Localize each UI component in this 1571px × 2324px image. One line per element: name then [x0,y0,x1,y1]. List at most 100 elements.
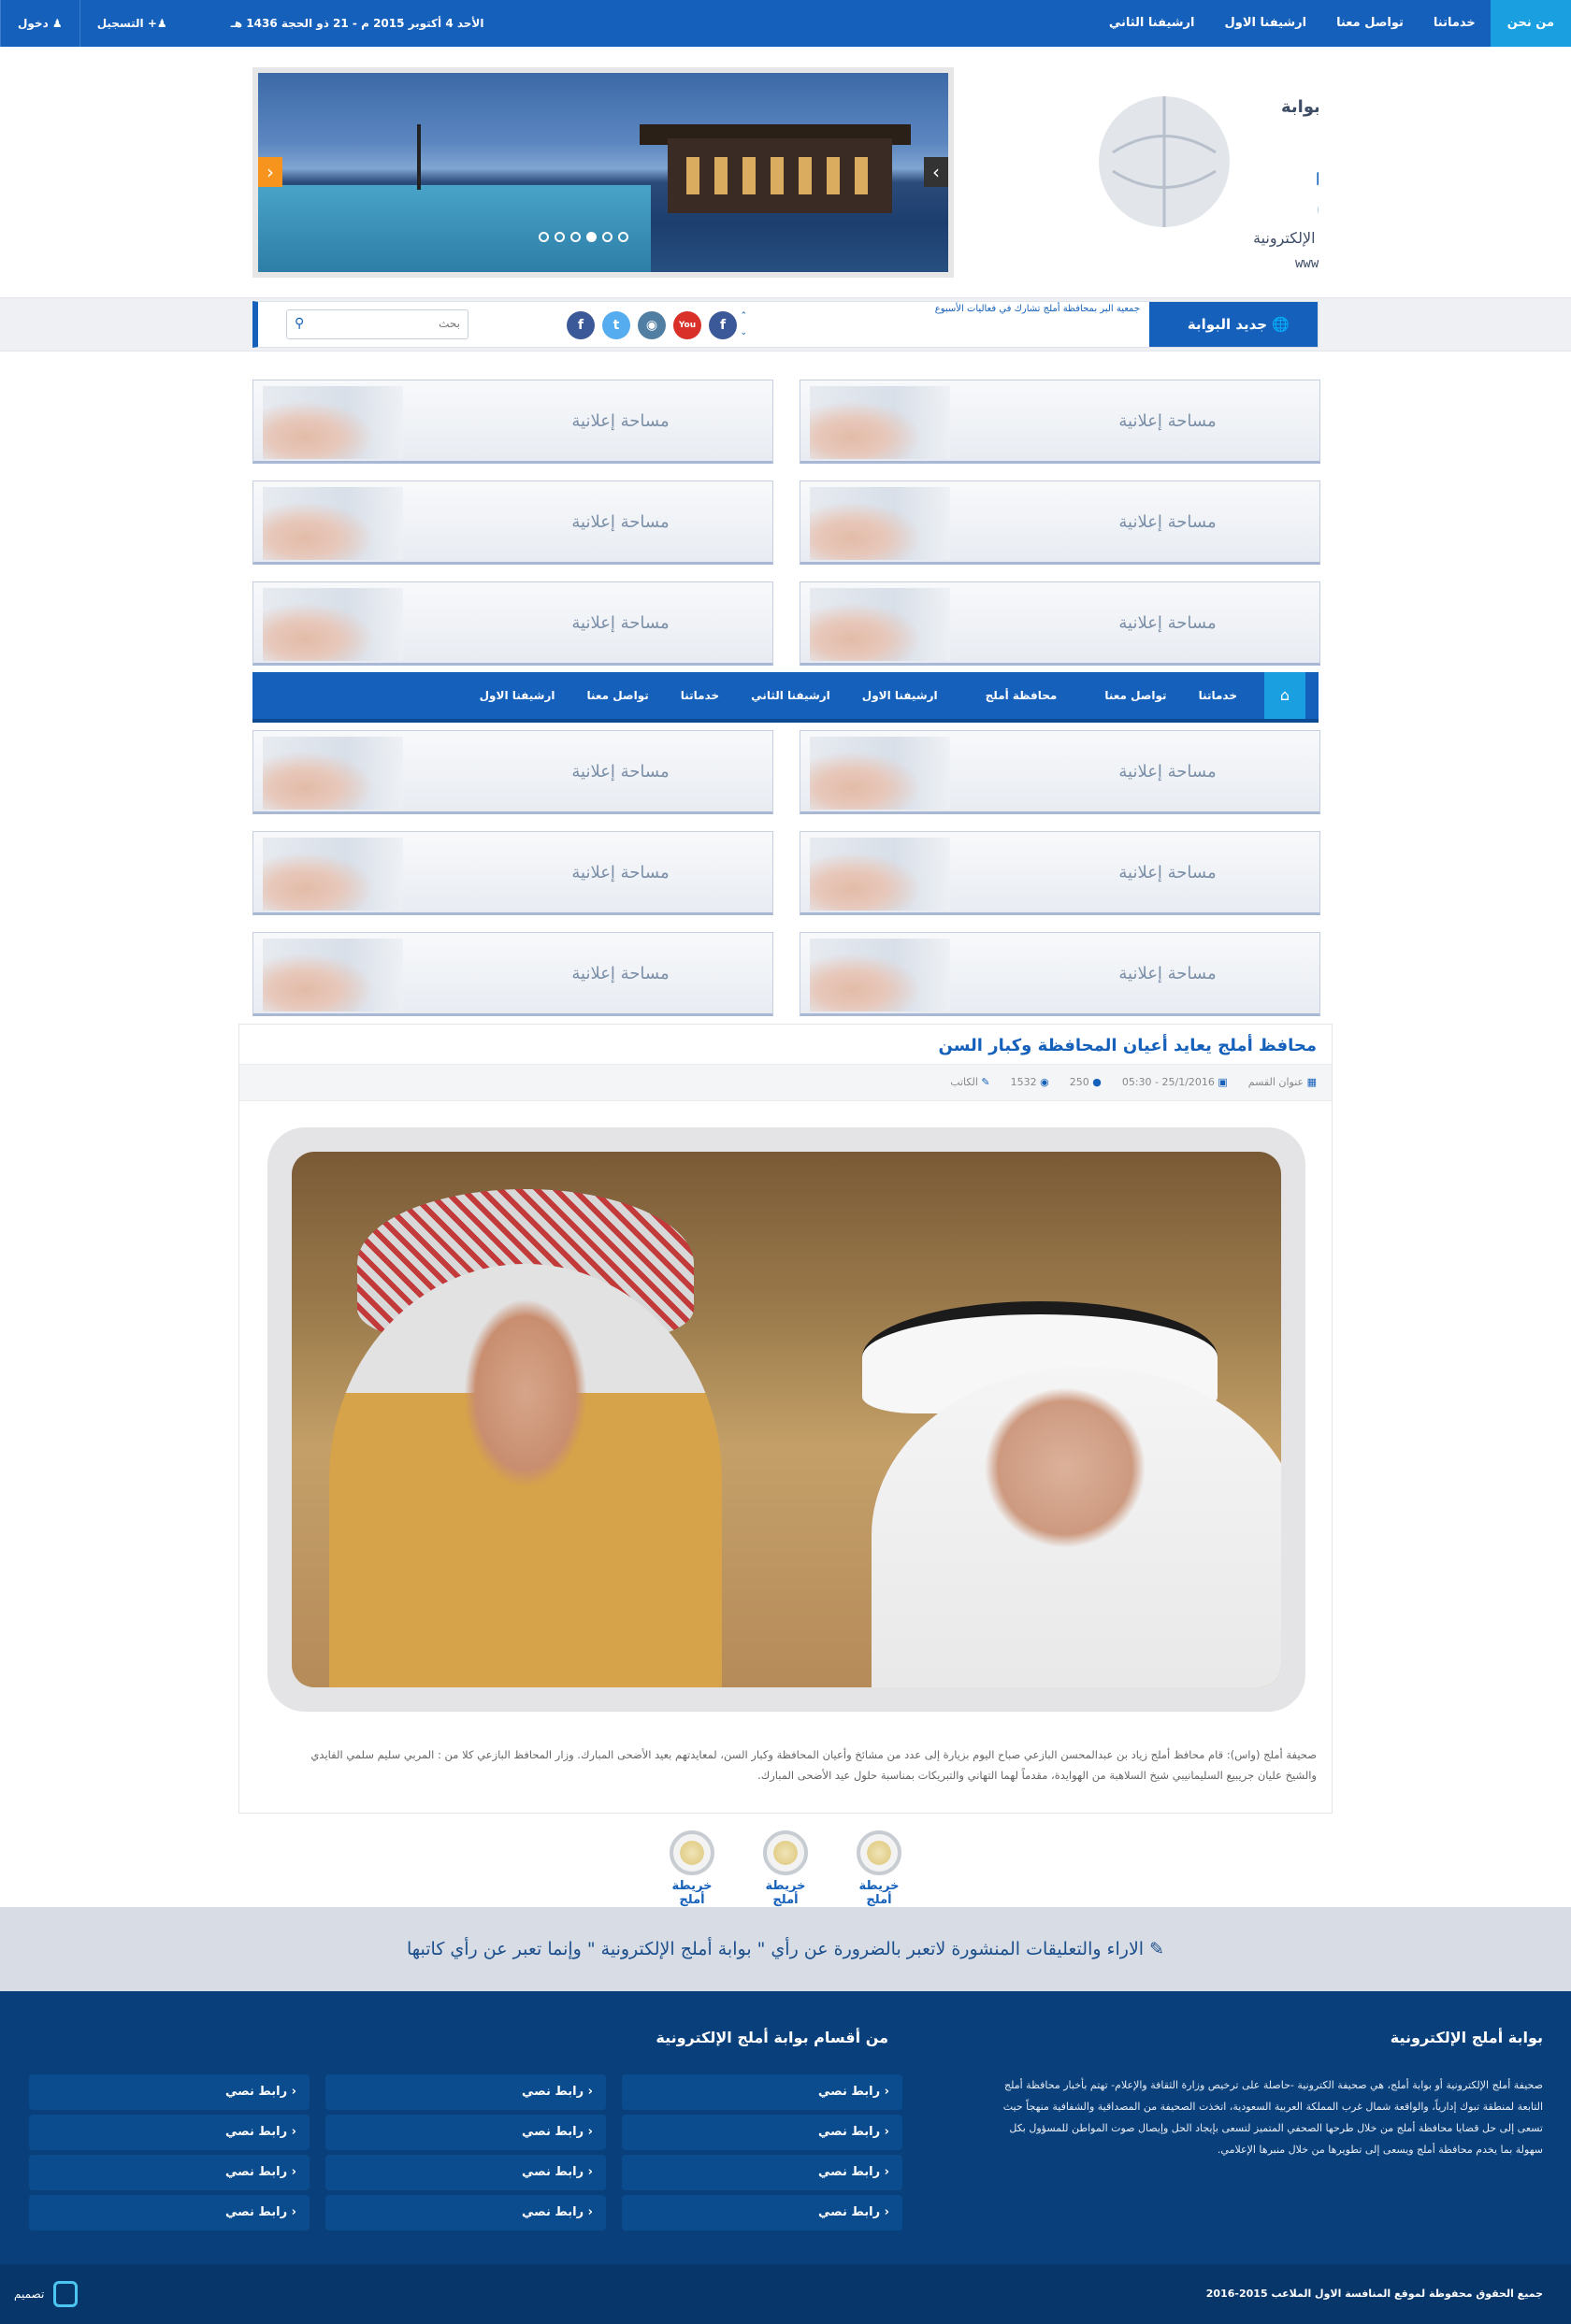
article-author[interactable]: ✎ الكاتب [950,1065,989,1100]
article-body: صحيفة أملج (واس): قام محافظ أملج زياد بن… [310,1748,1317,1782]
article-comments[interactable]: ● 250 [1070,1065,1102,1100]
footer-link[interactable]: ‹ رابط نصي [29,2155,310,2190]
register-link[interactable]: ♟+ التسجيل [79,0,184,47]
map-link[interactable]: خريطة أملج [846,1830,912,1907]
nav-services-2[interactable]: خدماتنا [665,672,735,719]
disclaimer-banner: ✎ الاراء والتعليقات المنشورة لاتعبر بالض… [0,1907,1571,1991]
footer-link-label: رابط نصي [521,2125,584,2139]
slider-next-button[interactable]: › [924,157,948,187]
footer-link-label: رابط نصي [817,2165,881,2179]
footer-about-text: صحيفة أملج الإلكترونية أو بوابة أملج، هي… [1002,2079,1543,2156]
footer-link[interactable]: ‹ رابط نصي [622,2115,902,2150]
top-user-links: ♟ دخول ♟+ التسجيل الأحد 4 أكتوبر 2015 م … [0,0,500,47]
ad-space[interactable]: مساحة إعلانية [800,481,1320,565]
top-navbar: من نحن خدماتنا تواصل معنا ارشيفنا الاول … [0,0,1571,47]
add-user-icon: ♟+ [143,17,167,30]
chevron-left-icon: ‹ [287,2205,296,2219]
footer-link[interactable]: ‹ رابط نصي [29,2195,310,2231]
map-link[interactable]: خريطة أملج [753,1830,818,1907]
user-icon: ♟ [48,17,63,30]
main-navbar: ⌂ خدماتنا تواصل معنا محافظة أملج ⌄ ارشيف… [252,672,1319,749]
ad-space[interactable]: مساحة إعلانية [800,831,1320,915]
top-nav-archive-1[interactable]: ارشيفنا الاول [1210,0,1322,47]
footer-link[interactable]: ‹ رابط نصي [29,2074,310,2110]
footer-link-label: رابط نصي [521,2085,584,2099]
nav-archive-2[interactable]: ارشيفنا الثاني [735,672,846,719]
top-nav-archive-2[interactable]: ارشيفنا الثاني [1094,0,1210,47]
chevron-left-icon: ‹ [287,2125,296,2139]
facebook-icon[interactable]: f [709,311,737,339]
pencil-icon: ✎ [977,1076,990,1088]
comment-icon: ● [1088,1076,1102,1088]
top-nav-contact[interactable]: تواصل معنا [1321,0,1419,47]
slider-dot[interactable] [618,232,628,242]
article-section[interactable]: ▦ عنوان القسم [1248,1065,1317,1100]
search-icon[interactable]: ⚲ [295,316,304,331]
chevron-up-icon[interactable]: ⌃ [736,308,747,324]
ad-space[interactable]: مساحة إعلانية [252,730,773,814]
nav-contact-2[interactable]: تواصل معنا [571,672,665,719]
ad-label: مساحة إعلانية [1118,762,1217,782]
ad-space[interactable]: مساحة إعلانية [800,932,1320,1016]
map-link[interactable]: خريطة أملج [659,1830,725,1907]
instagram-icon[interactable]: ◉ [638,311,666,339]
youtube-icon[interactable]: You [673,311,701,339]
ad-label: مساحة إعلانية [1118,863,1217,882]
nav-services[interactable]: خدماتنا [1183,672,1253,719]
footer-link[interactable]: ‹ رابط نصي [622,2155,902,2190]
ad-space[interactable]: مساحة إعلانية [800,581,1320,666]
news-ticker[interactable]: جمعية البر بمحافظة أملج تشارك في فعاليات… [757,304,1140,314]
footer: بوابة أملج الإلكترونية صحيفة أملج الإلكت… [0,1991,1571,2264]
ad-space[interactable]: مساحة إعلانية [252,380,773,464]
twitter-icon[interactable]: t [602,311,630,339]
map-label: خريطة أملج [671,1879,713,1907]
ad-space[interactable]: مساحة إعلانية [252,481,773,565]
footer-link[interactable]: ‹ رابط نصي [622,2195,902,2231]
footer-link[interactable]: ‹ رابط نصي [29,2115,310,2150]
footer-link[interactable]: ‹ رابط نصي [622,2074,902,2110]
ad-space[interactable]: مساحة إعلانية [252,932,773,1016]
footer-link[interactable]: ‹ رابط نصي [325,2115,606,2150]
nav-contact[interactable]: تواصل معنا [1088,672,1182,719]
site-logo[interactable]: بوابة أملج الإلكترونية www.umljgate.com [1094,64,1319,274]
home-icon[interactable]: ⌂ [1264,672,1305,719]
footer-link[interactable]: ‹ رابط نصي [325,2155,606,2190]
ad-image [263,737,403,810]
slider-prev-button[interactable]: ‹ [258,157,282,187]
ad-space[interactable]: مساحة إعلانية [252,831,773,915]
map-links: خريطة أملج خريطة أملج خريطة أملج [659,1830,912,1907]
footer-link[interactable]: ‹ رابط نصي [325,2195,606,2231]
nav-archive-3[interactable]: ارشيفنا الاول [464,672,571,719]
article-photo [292,1152,1281,1687]
footer-link-label: رابط نصي [224,2085,288,2099]
search-input[interactable] [320,310,460,337]
nav-umluj-dropdown[interactable]: محافظة أملج ⌄ [954,672,1089,749]
slider-dot[interactable] [555,232,565,242]
map-label: خريطة أملج [858,1879,900,1907]
footer-link-label: رابط نصي [224,2165,288,2179]
image-slider: ‹ › [252,67,954,278]
ad-image [810,838,950,911]
top-nav-about[interactable]: من نحن [1490,0,1571,47]
ad-space[interactable]: مساحة إعلانية [800,380,1320,464]
ad-space[interactable]: مساحة إعلانية [252,581,773,666]
chevron-left-icon: ‹ [880,2165,889,2179]
ad-image [810,939,950,1011]
slider-dot[interactable] [602,232,613,242]
nav-umluj-label: محافظة أملج [985,689,1058,702]
footer-link-label: رابط نصي [224,2125,288,2139]
chevron-down-icon[interactable]: ⌄ [736,324,747,341]
top-nav-services[interactable]: خدماتنا [1419,0,1491,47]
footer-link[interactable]: ‹ رابط نصي [325,2074,606,2110]
facebook-icon[interactable]: f [567,311,595,339]
designer-credit[interactable]: تصميم [14,2264,79,2324]
slider-dot[interactable] [539,232,549,242]
login-link[interactable]: ♟ دخول [0,0,79,47]
slider-dot-active[interactable] [586,232,597,242]
comments-count: 250 [1069,1076,1089,1088]
ad-space[interactable]: مساحة إعلانية [800,730,1320,814]
nav-archive-1[interactable]: ارشيفنا الاول [846,672,954,719]
ad-label: مساحة إعلانية [1118,411,1217,431]
ad-image [810,588,950,661]
slider-dot[interactable] [570,232,581,242]
